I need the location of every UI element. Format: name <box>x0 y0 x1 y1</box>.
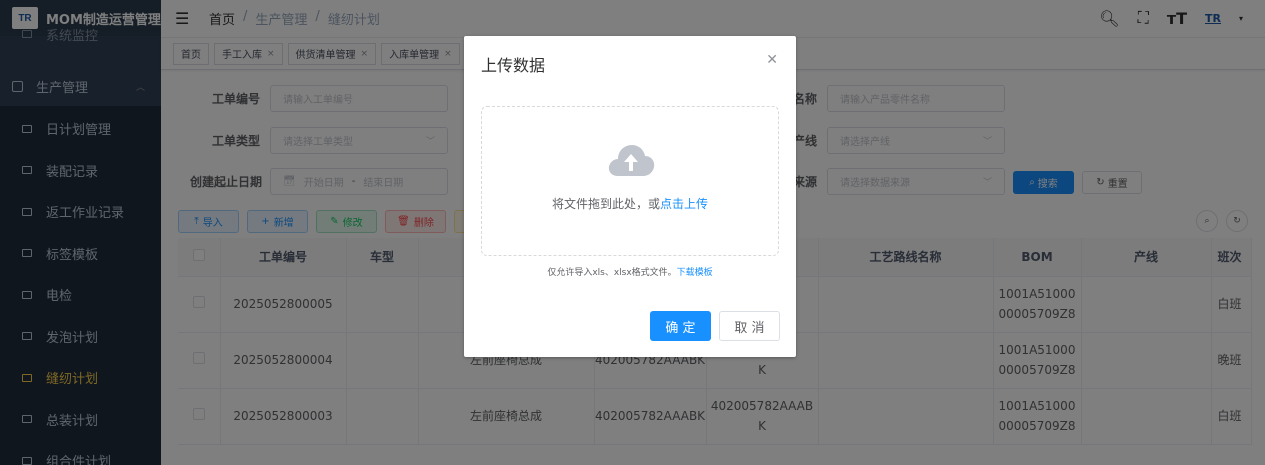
cancel-button[interactable]: 取 消 <box>719 311 780 341</box>
dropzone-hint: 将文件拖到此处，或 <box>551 197 660 211</box>
upload-dropzone[interactable]: 将文件拖到此处，或点击上传 <box>481 106 779 256</box>
click-upload-link[interactable]: 点击上传 <box>660 197 708 211</box>
upload-tip: 仅允许导入xls、xlsx格式文件。下载模板 <box>464 265 796 278</box>
dialog-title: 上传数据 <box>481 56 546 75</box>
confirm-button[interactable]: 确 定 <box>650 311 711 341</box>
download-template-link[interactable]: 下载模板 <box>677 268 713 278</box>
dropzone-text: 将文件拖到此处，或点击上传 <box>482 195 778 212</box>
upload-tip-text: 仅允许导入xls、xlsx格式文件。 <box>547 268 677 278</box>
cloud-upload-icon <box>608 145 655 176</box>
close-icon[interactable]: ✕ <box>766 52 778 68</box>
upload-dialog: 上传数据 ✕ 将文件拖到此处，或点击上传 仅允许导入xls、xlsx格式文件。下… <box>464 36 796 357</box>
